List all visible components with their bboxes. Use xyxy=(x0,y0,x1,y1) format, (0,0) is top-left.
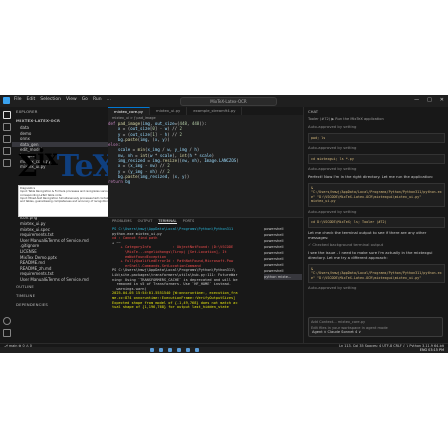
sidebar-section-header[interactable]: TIMELINE xyxy=(12,291,108,300)
menu-item[interactable]: File xyxy=(14,97,22,102)
terminal-line: Lib\site-packages\transformers\utils\hub… xyxy=(112,272,238,277)
terminal-line: tual shape of {1,196,768} for output las… xyxy=(112,305,229,310)
terminal-output[interactable]: PS C:\Users\hmwj\AppData\Local\Programs\… xyxy=(112,227,260,310)
chat-command-block[interactable]: cd D:\VSCODE\MixTeX; ls; Tooler (#72) xyxy=(308,217,445,228)
maximize-button[interactable]: □ xyxy=(427,97,432,103)
terminal-list: powershell powershell powershell powershell… xyxy=(264,226,302,280)
model-selector[interactable]: Agent ∨ Claude Sonnet 4 ∨ xyxy=(312,330,361,334)
vscode-window: File Edit Selection View Go Run... MixTeX-Lat… xyxy=(0,95,448,353)
editor-tab[interactable]: example_stream94.py xyxy=(187,107,243,115)
menu-item[interactable]: Run xyxy=(93,97,102,102)
chat-message: Perfect! Now I'm in the right directory.… xyxy=(308,174,434,180)
sidebar-section-header[interactable]: DEPENDENCIES xyxy=(12,300,108,309)
menu-item[interactable]: View xyxy=(66,97,77,102)
sidebar-sections: OUTLINE TIMELINE DEPENDENCIES xyxy=(12,282,108,309)
menu-item[interactable]: Edit xyxy=(27,97,36,102)
code-view[interactable]: def pad_image(img, out_size=(448, 448)):… xyxy=(108,121,303,185)
chat-panel: CHAT Tooler (#72) ▶ Run the MixTeX appli… xyxy=(303,107,448,343)
chat-messages: Auto-approved by setting pwd; ls Auto-appr… xyxy=(308,124,445,294)
chat-thread-title[interactable]: Tooler (#72) ▶ Run the MixTeX applicatio… xyxy=(308,117,384,121)
chat-status-note: Auto-approved by setting xyxy=(308,285,357,291)
sigma-glyph: Σ xyxy=(17,149,38,184)
gear-icon[interactable] xyxy=(3,329,11,337)
start-icon[interactable] xyxy=(150,348,154,352)
editor-tab[interactable]: mixtex_core.py xyxy=(108,107,150,115)
chat-status-note: Auto-approved by setting xyxy=(308,166,357,172)
editor-tab[interactable]: mixtex_ui.py xyxy=(150,107,188,115)
window-controls: — □ ✕ xyxy=(414,97,444,103)
menu-item[interactable]: Go xyxy=(82,97,88,102)
command-center-search[interactable]: MixTeX-Latex-OCR xyxy=(180,97,277,106)
chat-message: I see the issue - I need to make sure I'… xyxy=(308,250,433,261)
chat-input[interactable]: Add Context... mixtex_core.py Edit files… xyxy=(308,317,443,337)
taskbar-app-icons xyxy=(150,348,199,352)
search-icon[interactable] xyxy=(159,348,163,352)
sidebar-section-header[interactable]: OUTLINE xyxy=(12,282,108,291)
terminal-taskbar-icon[interactable] xyxy=(195,348,199,352)
file-explorer-icon[interactable] xyxy=(168,348,172,352)
tex-glyph: TeX xyxy=(56,149,116,184)
chat-command-block[interactable]: & "C:/Users/hmwj/AppData/Local/Programs/… xyxy=(308,183,445,207)
editor-tabs: mixtex_core.py mixtex_ui.py example_stream… xyxy=(108,107,303,115)
chat-status-note: Auto-approved by setting xyxy=(308,145,357,151)
panel-tab[interactable]: PORTS xyxy=(183,219,195,224)
chat-command-block[interactable]: cd mixtexgui; ls *.py xyxy=(308,154,445,165)
vscode-taskbar-icon[interactable] xyxy=(186,348,190,352)
explorer-icon[interactable] xyxy=(3,111,11,119)
chat-message: Let me check the terminal output to see … xyxy=(308,229,427,240)
bottom-panel: PROBLEMS OUTPUT TERMINAL PORTS PS C:\Users\… xyxy=(108,217,303,344)
source-control-icon[interactable] xyxy=(3,135,11,143)
panel-tabs: PROBLEMS OUTPUT TERMINAL PORTS xyxy=(112,219,194,224)
menu-item[interactable]: Selection xyxy=(40,97,61,102)
editor-area: mixtex_core.py mixtex_ui.py example_stream… xyxy=(108,107,303,217)
chat-command-block[interactable]: pwd; ls xyxy=(308,132,445,144)
ix-glyph: ix xyxy=(37,145,58,171)
chat-header: CHAT xyxy=(308,109,319,114)
windows-taskbar: ENG 03:15 PM xyxy=(0,347,448,353)
panel-tab[interactable]: TERMINAL xyxy=(158,219,177,224)
close-button[interactable]: ✕ xyxy=(440,97,444,103)
chat-command-block[interactable]: & "C:/Users/hmwj/AppData/Local/Programs/… xyxy=(308,263,445,284)
panel-tab[interactable]: OUTPUT xyxy=(138,219,153,224)
vscode-logo-icon xyxy=(3,97,10,104)
explorer-header: EXPLORER xyxy=(16,109,38,114)
panel-tab[interactable]: PROBLEMS xyxy=(112,219,132,224)
search-icon[interactable] xyxy=(3,123,11,131)
chat-status-note: Auto-approved by setting xyxy=(308,124,357,129)
chat-status-note: Auto-approved by setting xyxy=(308,208,357,214)
browser-icon[interactable] xyxy=(177,348,181,352)
breadcrumb[interactable]: mixtex_ui > ƒ pad_image xyxy=(112,116,156,120)
menu-bar: File Edit Selection View Go Run... xyxy=(14,97,111,102)
extensions-icon[interactable] xyxy=(3,159,11,167)
account-icon[interactable] xyxy=(3,317,11,325)
run-debug-icon[interactable] xyxy=(3,147,11,155)
code-line: return bg xyxy=(108,179,131,185)
system-tray[interactable]: ENG 03:15 PM xyxy=(420,347,444,353)
minimize-button[interactable]: — xyxy=(414,97,419,103)
menu-item[interactable]: ... xyxy=(107,97,111,102)
project-name[interactable]: MIXTEX-LATEX-OCR xyxy=(12,116,108,125)
chat-status-note: ✓ Checked background terminal output xyxy=(308,242,384,248)
chat-context-chip[interactable]: Add Context... mixtex_core.py xyxy=(311,320,440,324)
file-tree-lower: icon.icoicon.pngmixtex_ui.pymixtex_ui.sp… xyxy=(12,210,108,283)
terminal-instance[interactable]: python mixte... xyxy=(264,274,302,280)
